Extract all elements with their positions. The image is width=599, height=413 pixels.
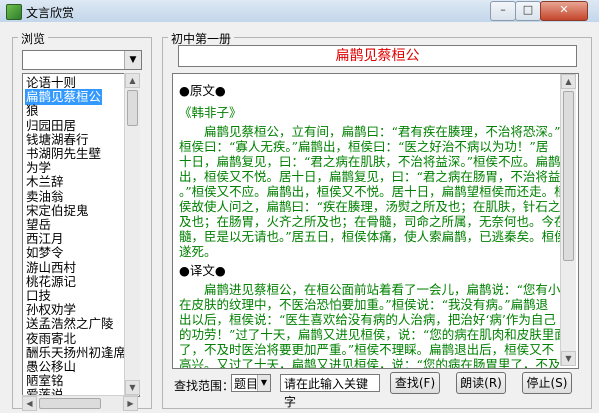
text-line: 扁鹊进见蔡桓公，在桓公面前站着看了一会儿，扁鹊说：“您有小病	[179, 282, 561, 297]
scroll-left-icon[interactable]: ◀	[22, 396, 37, 411]
article-list-vscrollbar[interactable]: ▲ ▼	[124, 73, 140, 395]
text-line: 十日，扁鹊复见，曰：“君之病在肌肤，不治将益深。”桓侯不应。扁鹊	[179, 154, 561, 169]
find-button[interactable]: 查找(F)	[390, 372, 440, 394]
text-line: 侯故使人问之，扁鹊曰：“疾在腠理，汤熨之所及也；在肌肤，针石之所	[179, 199, 561, 214]
hscroll-thumb[interactable]	[39, 398, 101, 409]
text-line: 出，桓侯又不悦。居十日，扁鹊复见，曰：“君之病在肠胃，不治将益深	[179, 169, 561, 184]
read-aloud-button[interactable]: 朗读(R)	[456, 372, 506, 394]
text-line: 扁鹊见蔡桓公，立有间，扁鹊曰：“君有疾在腠理，不治将恐深。”	[179, 124, 561, 139]
text-line: 了，不及时医治将要更加严重。”桓侯不理睬。扁鹊退出后，桓侯又不	[179, 342, 555, 357]
scroll-thumb[interactable]	[127, 90, 138, 126]
scroll-right-icon[interactable]: ▶	[123, 396, 138, 411]
close-button[interactable]: ✕	[540, 1, 588, 21]
scroll-thumb[interactable]	[563, 91, 574, 261]
chevron-down-icon[interactable]: ▼	[257, 375, 270, 391]
text-line: 的功劳！”过了十天，扁鹊又进见桓侯，说：“您的病在肌肉和皮肤里面	[179, 327, 561, 342]
app-icon	[6, 4, 22, 20]
maximize-button[interactable]: □	[515, 1, 541, 21]
text-line: 。”桓侯又不应。扁鹊出，桓侯又不悦。居十日，扁鹊望桓侯而还走。桓	[179, 184, 561, 199]
scroll-down-icon[interactable]: ▼	[125, 380, 140, 395]
search-scope-label: 查找范围：	[174, 379, 235, 393]
scroll-down-icon[interactable]: ▼	[561, 351, 576, 366]
scroll-up-icon[interactable]: ▲	[125, 73, 140, 88]
text-line: 髓，臣是以无请也。”居五日，桓侯体痛，使人索扁鹊，已逃秦矣。桓侯	[179, 229, 561, 244]
search-scope-select[interactable]: 题目 ▼	[231, 374, 271, 392]
text-line: 高兴。又过了十天，扁鹊又进见桓侯，说：“您的病在肠胃里了，不及时	[179, 357, 561, 369]
scroll-up-icon[interactable]: ▲	[561, 74, 576, 89]
article-list[interactable]: 论语十则 扁鹊见蔡桓公狼归园田居 钱塘湖春行 书湖阴先生壁 为学 木兰辞 卖油翁 宋定伯捉鬼望…	[22, 73, 140, 397]
stop-button[interactable]: 停止(S)	[522, 372, 572, 394]
article-content[interactable]: ●原文● 《韩非子》 扁鹊见蔡桓公，立有间，扁鹊曰：“君有疾在腠理，不治将恐深。…	[172, 73, 579, 369]
content-vscrollbar[interactable]: ▲ ▼	[560, 74, 576, 366]
keyword-input[interactable]: 请在此输入关键字	[280, 374, 380, 409]
text-line: 出以后，桓侯说：“医生喜欢给没有病的人治病，把治好‘病’作为自己	[179, 312, 556, 327]
text-line: 及也；在肠胃，火齐之所及也；在骨髓，司命之所属，无奈何也。今在骨	[179, 214, 561, 229]
article-title: 扁鹊见蔡桓公	[178, 45, 577, 67]
chevron-down-icon[interactable]: ▼	[124, 51, 141, 69]
text-line: 遂死。	[179, 244, 217, 259]
text-line: 桓侯曰：“寡人无疾。”扁鹊出，桓侯曰：“医之好治不病以为功！”居	[179, 139, 549, 154]
browse-legend: 浏览	[18, 30, 49, 47]
category-combo[interactable]: ▼	[22, 50, 142, 70]
article-list-hscrollbar[interactable]: ◀ ▶	[22, 395, 138, 411]
source-title: 《韩非子》	[179, 105, 242, 120]
original-header: ●原文●	[179, 83, 226, 98]
translation-header: ●译文●	[179, 263, 226, 278]
window-title: 文言欣赏	[26, 6, 75, 20]
minimize-button[interactable]: –	[490, 1, 516, 21]
search-scope-value: 题目	[234, 377, 259, 391]
text-line: 在皮肤的纹理中，不医治恐怕要加重。”桓侯说：“我没有病。”扁鹊退	[179, 297, 549, 312]
title-bar: 文言欣赏 – □ ✕	[0, 0, 599, 23]
